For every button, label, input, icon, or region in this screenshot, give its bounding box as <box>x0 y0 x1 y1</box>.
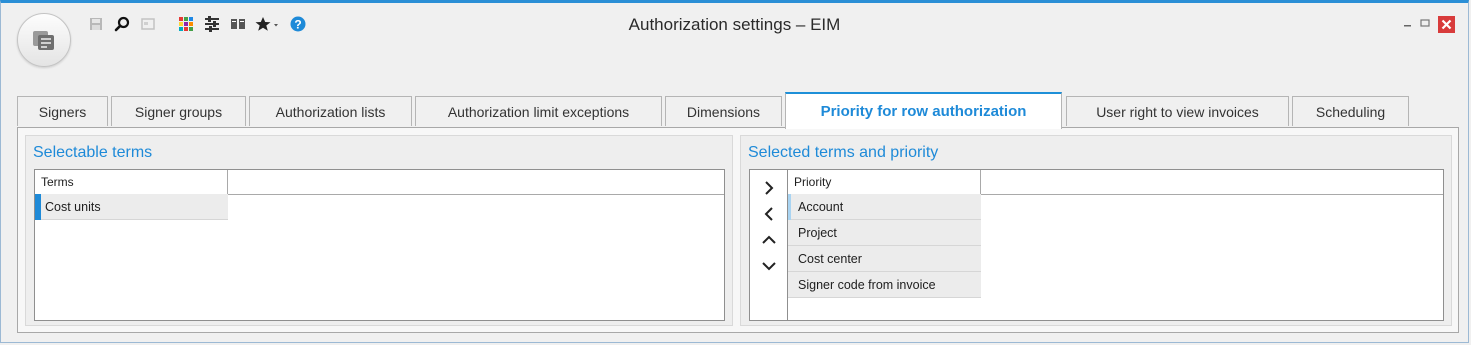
table-row[interactable]: Signer code from invoice <box>788 272 981 298</box>
grid-header: Priority <box>788 170 1443 195</box>
tab-scheduling[interactable]: Scheduling <box>1292 96 1409 126</box>
tab-authorization-lists[interactable]: Authorization lists <box>249 96 412 126</box>
window-title: Authorization settings – EIM <box>628 15 841 34</box>
selected-terms-panel: Selected terms and priority Priority Acc… <box>740 135 1452 326</box>
table-row[interactable]: Account <box>788 194 981 220</box>
terms-column-header[interactable]: Terms <box>35 170 228 194</box>
grid-header: Terms <box>35 170 724 195</box>
priority-column-header[interactable]: Priority <box>788 170 981 194</box>
title-bar: ? Authorization settings – EIM <box>1 3 1468 67</box>
tab-priority-for-row-authorization[interactable]: Priority for row authorization <box>785 92 1062 129</box>
selectable-terms-grid[interactable]: Terms Cost units <box>34 169 725 321</box>
move-right-icon <box>765 181 774 195</box>
tab-content: Selectable terms Terms Cost units Select… <box>17 127 1459 333</box>
selectable-terms-title: Selectable terms <box>33 144 153 161</box>
row-label: Cost center <box>798 252 862 266</box>
selectable-terms-panel: Selectable terms Terms Cost units <box>25 135 733 326</box>
selected-terms-grid[interactable]: Priority Account Project Cost center Sig… <box>749 169 1444 321</box>
maximize-button[interactable] <box>1419 17 1431 29</box>
move-up-button[interactable] <box>759 230 779 250</box>
move-up-icon <box>762 235 776 244</box>
tab-authorization-limit-exceptions[interactable]: Authorization limit exceptions <box>415 96 662 126</box>
tab-signer-groups[interactable]: Signer groups <box>111 96 246 126</box>
table-row[interactable]: Project <box>788 220 981 246</box>
move-down-icon <box>762 262 776 271</box>
minimize-icon <box>1404 25 1411 27</box>
move-left-button[interactable] <box>759 204 779 224</box>
selected-terms-title: Selected terms and priority <box>748 144 939 161</box>
tab-signers[interactable]: Signers <box>17 96 108 126</box>
row-label: Signer code from invoice <box>798 278 936 292</box>
tab-user-right-to-view-invoices[interactable]: User right to view invoices <box>1066 96 1289 126</box>
move-left-icon <box>764 207 773 221</box>
row-selection-marker <box>788 194 791 220</box>
close-button[interactable] <box>1438 16 1455 33</box>
close-icon <box>1438 16 1455 33</box>
tab-dimensions[interactable]: Dimensions <box>665 96 782 126</box>
table-row[interactable]: Cost center <box>788 246 981 272</box>
minimize-button[interactable] <box>1402 17 1414 29</box>
row-selection-marker <box>35 194 41 220</box>
row-label: Cost units <box>45 200 101 214</box>
move-right-button[interactable] <box>759 178 779 198</box>
move-down-button[interactable] <box>759 256 779 276</box>
maximize-icon <box>1420 19 1430 27</box>
row-label: Account <box>798 200 844 214</box>
table-row[interactable]: Cost units <box>35 194 228 220</box>
row-label: Project <box>798 226 837 240</box>
app-window: ? Authorization settings – EIM Signers S… <box>0 0 1469 343</box>
move-buttons-column <box>750 170 788 320</box>
